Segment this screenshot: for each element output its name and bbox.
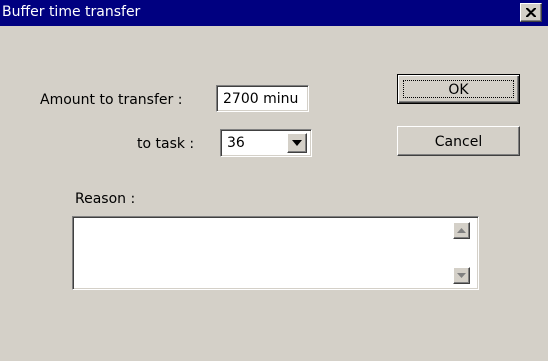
- scroll-down-arrow-icon: [457, 273, 466, 278]
- task-dropdown-button[interactable]: [287, 133, 307, 153]
- cancel-button-label: Cancel: [434, 134, 483, 150]
- close-button[interactable]: [520, 3, 542, 22]
- close-icon: [526, 8, 536, 17]
- ok-button-label: OK: [448, 82, 469, 98]
- scroll-up-button[interactable]: [453, 222, 470, 239]
- amount-input-value: 2700 minu: [223, 91, 299, 107]
- reason-label: Reason :: [75, 191, 136, 207]
- chevron-down-icon: [292, 140, 302, 146]
- scroll-down-button[interactable]: [453, 267, 470, 284]
- scroll-up-arrow-icon: [457, 228, 466, 233]
- cancel-button[interactable]: Cancel: [397, 126, 520, 156]
- window-title: Buffer time transfer: [2, 4, 141, 20]
- task-select-value: 36: [227, 135, 245, 151]
- dialog-window: Buffer time transfer Amount to transfer …: [0, 0, 548, 361]
- amount-input[interactable]: 2700 minu: [216, 85, 309, 112]
- ok-button[interactable]: OK: [397, 74, 520, 104]
- title-bar[interactable]: Buffer time transfer: [0, 0, 548, 26]
- amount-label: Amount to transfer :: [40, 92, 183, 108]
- reason-textarea[interactable]: [72, 216, 479, 290]
- task-select[interactable]: 36: [220, 129, 312, 157]
- task-label: to task :: [137, 136, 195, 152]
